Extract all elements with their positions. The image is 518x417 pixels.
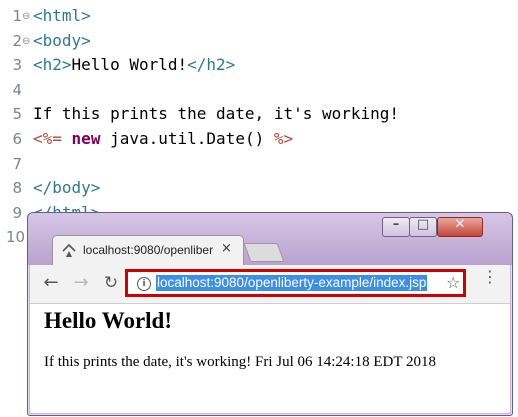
line-number: 7 [12, 154, 22, 173]
back-icon[interactable]: ← [40, 273, 62, 295]
code-line[interactable]: 7 [0, 152, 518, 176]
code-token: <html> [33, 6, 91, 25]
tab-active[interactable]: localhost:9080/openliberty-example × [52, 235, 244, 266]
code-line[interactable]: 4 [0, 78, 518, 102]
line-number: 2 [12, 31, 22, 50]
code-line[interactable]: 8 </body> [0, 176, 518, 200]
document-icon [62, 244, 76, 257]
code-token: java.util.Date() [100, 129, 274, 148]
reload-icon[interactable]: ↻ [100, 273, 122, 295]
line-code: <h2>Hello World!</h2> [33, 53, 235, 77]
line-code: <%= new java.util.Date() %> [33, 127, 293, 151]
forward-icon[interactable]: → [70, 273, 92, 295]
code-token: new [71, 129, 101, 148]
code-token: Hello World! [71, 55, 188, 75]
page-heading: Hello World! [44, 308, 172, 333]
line-code: If this prints the date, it's working! [33, 102, 399, 126]
code-token: <h2> [33, 55, 72, 75]
code-token: <%= [33, 129, 62, 148]
code-token: %> [273, 129, 294, 148]
code-line[interactable]: 6 <%= new java.util.Date() %> [0, 127, 518, 151]
close-tab-icon[interactable]: × [221, 241, 232, 256]
line-code: </body> [33, 176, 100, 200]
line-number: 9 [12, 203, 22, 222]
maximize-button[interactable]: □ [409, 217, 437, 237]
minimize-icon: – [392, 217, 400, 232]
page-paragraph: If this prints the date, it's working! F… [44, 354, 436, 370]
code-line[interactable]: 5 If this prints the date, it's working! [0, 102, 518, 126]
code-token: <body> [33, 30, 91, 50]
line-number: 3 [12, 56, 22, 75]
code-token: </body> [33, 178, 101, 198]
fold-icon[interactable]: ⊖ [22, 30, 30, 54]
line-number: 10 [6, 228, 26, 247]
close-window-button[interactable]: ✕ [437, 217, 483, 237]
url-text[interactable]: localhost:9080/openliberty-example/index… [156, 275, 428, 291]
line-number: 8 [12, 179, 22, 198]
line-number: 6 [12, 130, 22, 148]
maximize-icon: □ [416, 217, 430, 232]
browser-window: localhost:9080/openliberty-example × – □… [27, 212, 513, 416]
new-tab-button[interactable] [243, 243, 285, 262]
code-line[interactable]: 1 ⊖ <html> [0, 4, 518, 28]
fold-icon[interactable]: ⊖ [22, 5, 30, 29]
line-code: <html> [33, 4, 91, 28]
kebab-menu-icon[interactable]: ⋮ [482, 269, 498, 285]
minimize-button[interactable]: – [382, 217, 410, 237]
bookmark-star-icon[interactable]: ☆ [446, 273, 460, 292]
code-token: </h2> [187, 55, 236, 75]
info-icon[interactable]: i [137, 277, 151, 291]
code-token: If this prints the date, it's working! [33, 104, 400, 124]
line-code: <body> [33, 29, 91, 53]
code-line[interactable]: 3 <h2>Hello World!</h2> [0, 53, 518, 77]
tab-title: localhost:9080/openliberty-example [83, 243, 213, 257]
browser-toolbar: ← → ↻ i localhost:9080/openliberty-examp… [30, 265, 510, 304]
code-line[interactable]: 2 ⊖ <body> [0, 29, 518, 53]
page-viewport: Hello World! If this prints the date, it… [30, 304, 510, 413]
line-number: 1 [12, 7, 22, 25]
address-bar[interactable]: i localhost:9080/openliberty-example/ind… [125, 269, 466, 297]
close-icon: ✕ [454, 217, 466, 232]
line-number: 5 [12, 105, 22, 124]
title-bar[interactable]: localhost:9080/openliberty-example × – □… [28, 213, 512, 266]
line-number: 4 [12, 80, 22, 99]
